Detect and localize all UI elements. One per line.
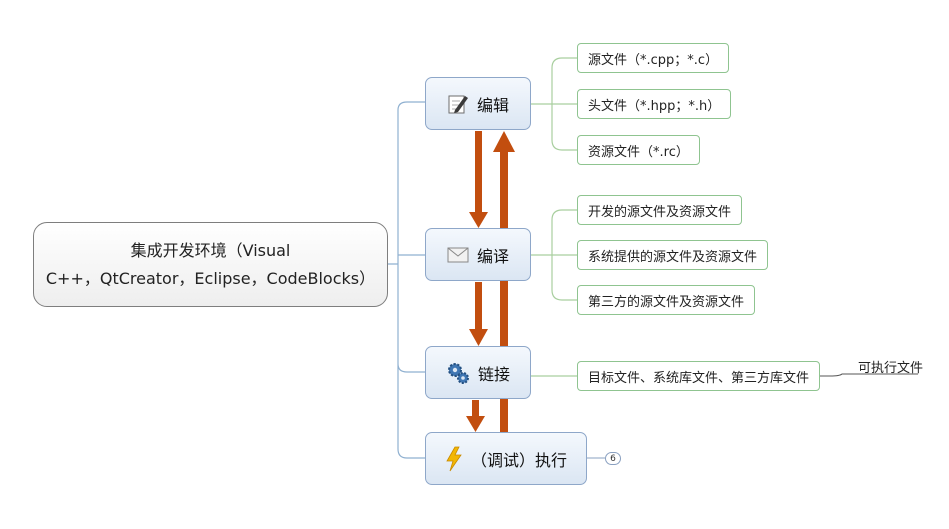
edit-child-resource[interactable]: 资源文件（*.rc） bbox=[577, 135, 700, 165]
arrow-edit-to-compile bbox=[469, 131, 488, 228]
link-child-libraries[interactable]: 目标文件、系统库文件、第三方库文件 bbox=[577, 361, 821, 391]
root-topic-ide[interactable]: 集成开发环境（Visual C++，QtCreator，Eclipse，Code… bbox=[33, 222, 388, 307]
connector-edit-children bbox=[531, 57, 577, 151]
edit-child-source[interactable]: 源文件（*.cpp；*.c） bbox=[577, 43, 730, 73]
step-link[interactable]: 链接 bbox=[425, 346, 531, 399]
arrow-compile-to-link bbox=[469, 282, 488, 346]
step-compile[interactable]: 编译 bbox=[425, 228, 531, 281]
connector-compile-children bbox=[531, 209, 577, 301]
step-edit-label: 编辑 bbox=[476, 95, 509, 115]
lightning-icon bbox=[445, 446, 463, 472]
compile-child-developed[interactable]: 开发的源文件及资源文件 bbox=[577, 195, 743, 225]
collapsed-count-badge[interactable]: 6 bbox=[605, 452, 621, 465]
envelope-icon bbox=[447, 246, 469, 264]
connector-root-trunk bbox=[388, 101, 425, 459]
step-edit[interactable]: 编辑 bbox=[425, 77, 531, 130]
gears-icon bbox=[446, 361, 470, 385]
pencil-notepad-icon bbox=[447, 93, 469, 115]
step-run[interactable]: （调试）执行 bbox=[425, 432, 587, 485]
step-run-label: （调试）执行 bbox=[470, 450, 567, 470]
edit-child-header[interactable]: 头文件（*.hpp；*.h） bbox=[577, 89, 732, 119]
compile-child-system[interactable]: 系统提供的源文件及资源文件 bbox=[577, 240, 769, 270]
step-link-label: 链接 bbox=[477, 364, 510, 384]
root-topic-line-1: 集成开发环境（Visual bbox=[130, 240, 291, 260]
compile-child-thirdparty[interactable]: 第三方的源文件及资源文件 bbox=[577, 285, 756, 315]
step-compile-label: 编译 bbox=[476, 246, 509, 266]
root-topic-line-2: C++，QtCreator，Eclipse，CodeBlocks） bbox=[45, 268, 376, 288]
arrow-link-to-run bbox=[466, 400, 485, 432]
link-output-executable[interactable]: 可执行文件 bbox=[858, 357, 923, 376]
